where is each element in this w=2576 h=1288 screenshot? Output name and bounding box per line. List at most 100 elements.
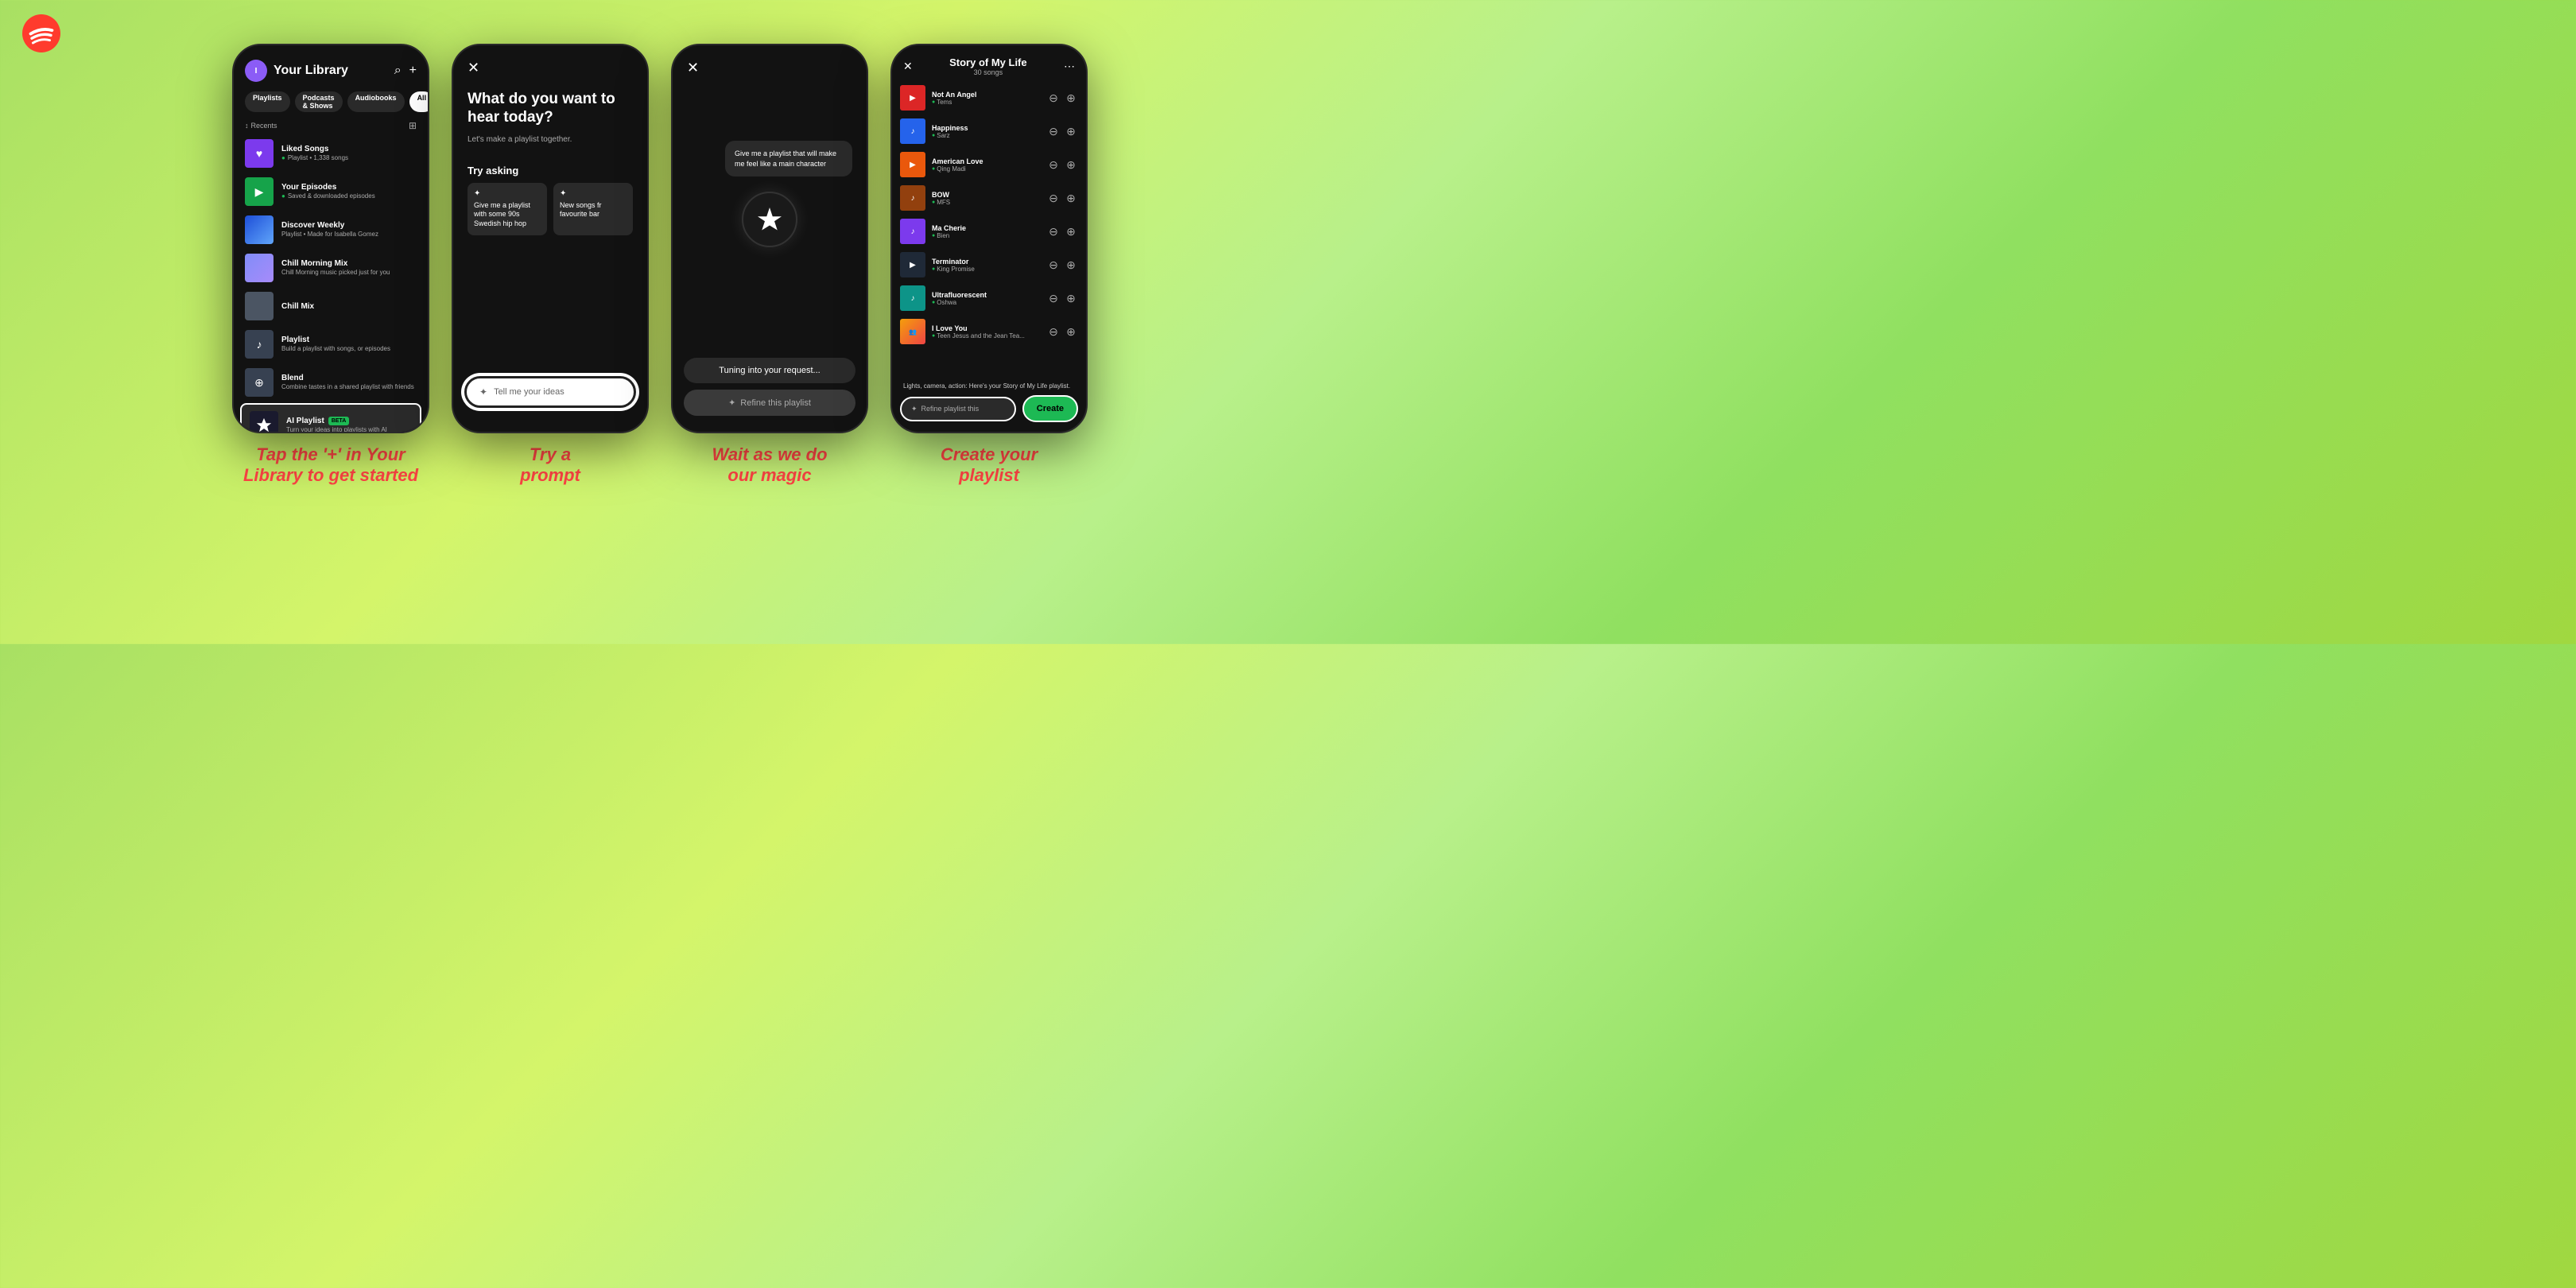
phone-3: ✕ Give me a playlist that will make me f… [671,44,868,433]
list-item-blend[interactable]: ⊕ Blend Combine tastes in a shared playl… [234,363,428,402]
ai-input-area[interactable]: ✦ Tell me your ideas [464,376,636,408]
filter-podcasts[interactable]: Podcasts & Shows [295,91,343,112]
grid-icon[interactable]: ⊞ [409,120,417,131]
request-bubble: Give me a playlist that will make me fee… [725,141,852,177]
song-thumb-5: ▶ [900,252,925,277]
library-title-row: I Your Library [245,60,348,82]
ai-sub: Let's make a playlist together. [453,132,647,157]
phone-3-inner: ✕ Give me a playlist that will make me f… [673,45,867,432]
playlist-text: Playlist Build a playlist with songs, or… [281,335,390,353]
remove-icon-4[interactable]: ⊖ [1046,225,1061,239]
song-actions-7[interactable]: ⊖ ⊕ [1046,325,1078,339]
discover-thumb [245,215,274,244]
phone-col-3: ✕ Give me a playlist that will make me f… [671,44,868,487]
filter-row: Playlists Podcasts & Shows Audiobooks Al… [234,88,428,115]
song-actions-3[interactable]: ⊖ ⊕ [1046,192,1078,205]
song-actions-0[interactable]: ⊖ ⊕ [1046,91,1078,105]
filter-playlists[interactable]: Playlists [245,91,290,112]
remove-icon-7[interactable]: ⊖ [1046,325,1061,339]
sort-row: ↕ Recents ⊞ [234,115,428,134]
add-icon-7[interactable]: ⊕ [1064,325,1078,339]
search-icon[interactable]: ⌕ [394,64,402,78]
phone-col-4: ✕ Story of My Life 30 songs ⋯ ▶ Not An [890,44,1088,487]
list-item-episodes[interactable]: ▶ Your Episodes ●Saved & downloaded epis… [234,173,428,211]
song-item-5[interactable]: ▶ Terminator ●King Promise ⊖ ⊕ [892,248,1086,281]
library-title: Your Library [274,64,348,78]
refine-spark-icon-4: ✦ [911,405,918,413]
suggestions-container: ✦ Give me a playlist with some 90s Swedi… [453,183,647,235]
list-item-liked[interactable]: ♥ Liked Songs ●Playlist • 1,338 songs [234,134,428,173]
song-item-7[interactable]: 👥 I Love You ●Teen Jesus and the Jean Te… [892,315,1086,348]
tuning-text: Tuning into your request... [684,358,855,383]
song-actions-2[interactable]: ⊖ ⊕ [1046,158,1078,172]
remove-icon-6[interactable]: ⊖ [1046,292,1061,305]
phone-2: ✕ What do you want to hear today? Let's … [452,44,649,433]
spotify-logo [22,14,60,52]
close-button-3[interactable]: ✕ [673,45,867,83]
chill-morning-text: Chill Morning Mix Chill Morning music pi… [281,258,390,277]
remove-icon-0[interactable]: ⊖ [1046,91,1061,105]
episodes-text: Your Episodes ●Saved & downloaded episod… [281,182,375,200]
list-item-discover[interactable]: Discover Weekly Playlist • Made for Isab… [234,211,428,249]
add-icon-6[interactable]: ⊕ [1064,292,1078,305]
song-actions-5[interactable]: ⊖ ⊕ [1046,258,1078,272]
step-label-3: Wait as we do our magic [712,444,827,487]
refine-input-text: Refine playlist this [921,405,980,413]
song-info-7: I Love You ●Teen Jesus and the Jean Tea.… [932,324,1040,339]
close-button-4[interactable]: ✕ [903,60,913,73]
song-item-6[interactable]: ♪ Ultrafluorescent ●Oshwa ⊖ ⊕ [892,281,1086,315]
suggestion-text-1: Give me a playlist with some 90s Swedish… [474,201,541,229]
song-item-1[interactable]: ♪ Happiness ●Sarz ⊖ ⊕ [892,114,1086,148]
song-item-4[interactable]: ♪ Ma Cherie ●Bien ⊖ ⊕ [892,215,1086,248]
remove-icon-3[interactable]: ⊖ [1046,192,1061,205]
list-item-chill-morning[interactable]: Chill Morning Mix Chill Morning music pi… [234,249,428,287]
bottom-action-row: ✦ Refine playlist this Create [900,395,1078,422]
song-item-3[interactable]: ♪ BOW ●MFS ⊖ ⊕ [892,181,1086,215]
refine-button-3[interactable]: ✦ Refine this playlist [684,390,855,416]
filter-all[interactable]: All [409,91,428,112]
phone-2-inner: ✕ What do you want to hear today? Let's … [453,45,647,432]
list-item-chill-mix[interactable]: Chill Mix [234,287,428,325]
song-item-2[interactable]: ▶ American Love ●Qing Madi ⊖ ⊕ [892,148,1086,181]
song-actions-4[interactable]: ⊖ ⊕ [1046,225,1078,239]
list-item-playlist[interactable]: ♪ Playlist Build a playlist with songs, … [234,325,428,363]
add-icon[interactable]: + [409,64,417,78]
blend-text: Blend Combine tastes in a shared playlis… [281,373,414,391]
library-header: I Your Library ⌕ + [234,45,428,88]
song-thumb-4: ♪ [900,219,925,244]
song-thumb-3: ♪ [900,185,925,211]
discover-text: Discover Weekly Playlist • Made for Isab… [281,220,378,239]
refine-input-4[interactable]: ✦ Refine playlist this [900,397,1016,421]
ai-playlist-thumb [250,411,278,432]
create-button[interactable]: Create [1022,395,1078,422]
blend-thumb: ⊕ [245,368,274,397]
song-item-0[interactable]: ▶ Not An Angel ●Tems ⊖ ⊕ [892,81,1086,114]
phone-4-bottom: Lights, camera, action: Here's your Stor… [900,382,1078,422]
add-icon-5[interactable]: ⊕ [1064,258,1078,272]
library-icons[interactable]: ⌕ + [394,64,417,78]
filter-audiobooks[interactable]: Audiobooks [347,91,405,112]
list-item-ai-playlist[interactable]: AI Playlist BETA Turn your ideas into pl… [240,403,421,432]
remove-icon-5[interactable]: ⊖ [1046,258,1061,272]
more-options-icon[interactable]: ⋯ [1064,60,1075,73]
song-info-1: Happiness ●Sarz [932,124,1040,139]
close-button-2[interactable]: ✕ [453,45,647,83]
remove-icon-1[interactable]: ⊖ [1046,125,1061,138]
song-actions-1[interactable]: ⊖ ⊕ [1046,125,1078,138]
song-info-2: American Love ●Qing Madi [932,157,1040,173]
ai-spinner-button[interactable] [742,192,797,247]
suggestion-2[interactable]: ✦ New songs fr favourite bar [553,183,633,235]
suggestion-1[interactable]: ✦ Give me a playlist with some 90s Swedi… [467,183,547,235]
add-icon-3[interactable]: ⊕ [1064,192,1078,205]
add-icon-2[interactable]: ⊕ [1064,158,1078,172]
song-thumb-1: ♪ [900,118,925,144]
phone-4-inner: ✕ Story of My Life 30 songs ⋯ ▶ Not An [892,45,1086,432]
sort-label[interactable]: ↕ Recents [245,122,277,130]
remove-icon-2[interactable]: ⊖ [1046,158,1061,172]
add-icon-0[interactable]: ⊕ [1064,91,1078,105]
spark-icon-2: ✦ [560,189,627,198]
add-icon-4[interactable]: ⊕ [1064,225,1078,239]
song-actions-6[interactable]: ⊖ ⊕ [1046,292,1078,305]
playlist-subtitle: 30 songs [913,68,1064,76]
add-icon-1[interactable]: ⊕ [1064,125,1078,138]
